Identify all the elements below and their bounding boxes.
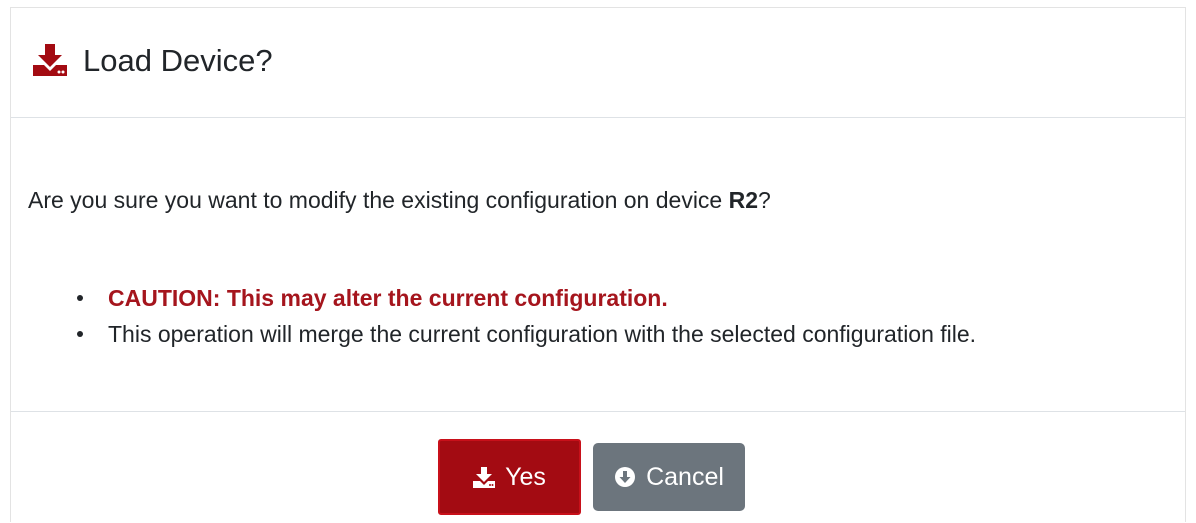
dialog-title: Load Device? — [83, 43, 273, 78]
cancel-button[interactable]: Cancel — [593, 443, 745, 511]
yes-button[interactable]: Yes — [438, 439, 581, 515]
confirmation-question: Are you sure you want to modify the exis… — [28, 185, 771, 215]
bullet-icon — [77, 331, 83, 337]
merge-info-text: This operation will merge the current co… — [108, 321, 977, 347]
dialog-body: Are you sure you want to modify the exis… — [11, 118, 1185, 412]
bullet-icon — [77, 295, 83, 301]
device-name: R2 — [728, 187, 759, 213]
download-icon — [473, 466, 496, 488]
warning-list: CAUTION: This may alter the current conf… — [77, 280, 976, 352]
list-item: CAUTION: This may alter the current conf… — [77, 280, 976, 316]
circle-arrow-down-icon — [614, 466, 636, 488]
download-icon — [33, 44, 67, 76]
caution-text: CAUTION: This may alter the current conf… — [108, 285, 668, 311]
yes-label: Yes — [505, 462, 546, 491]
list-item: This operation will merge the current co… — [77, 316, 976, 352]
load-device-dialog: Load Device? Are you sure you want to mo… — [10, 7, 1186, 522]
dialog-footer: Yes Cancel — [11, 412, 1185, 523]
cancel-label: Cancel — [646, 462, 724, 491]
question-prefix: Are you sure you want to modify the exis… — [28, 187, 729, 213]
dialog-header: Load Device? — [11, 8, 1185, 118]
question-suffix: ? — [758, 187, 771, 213]
